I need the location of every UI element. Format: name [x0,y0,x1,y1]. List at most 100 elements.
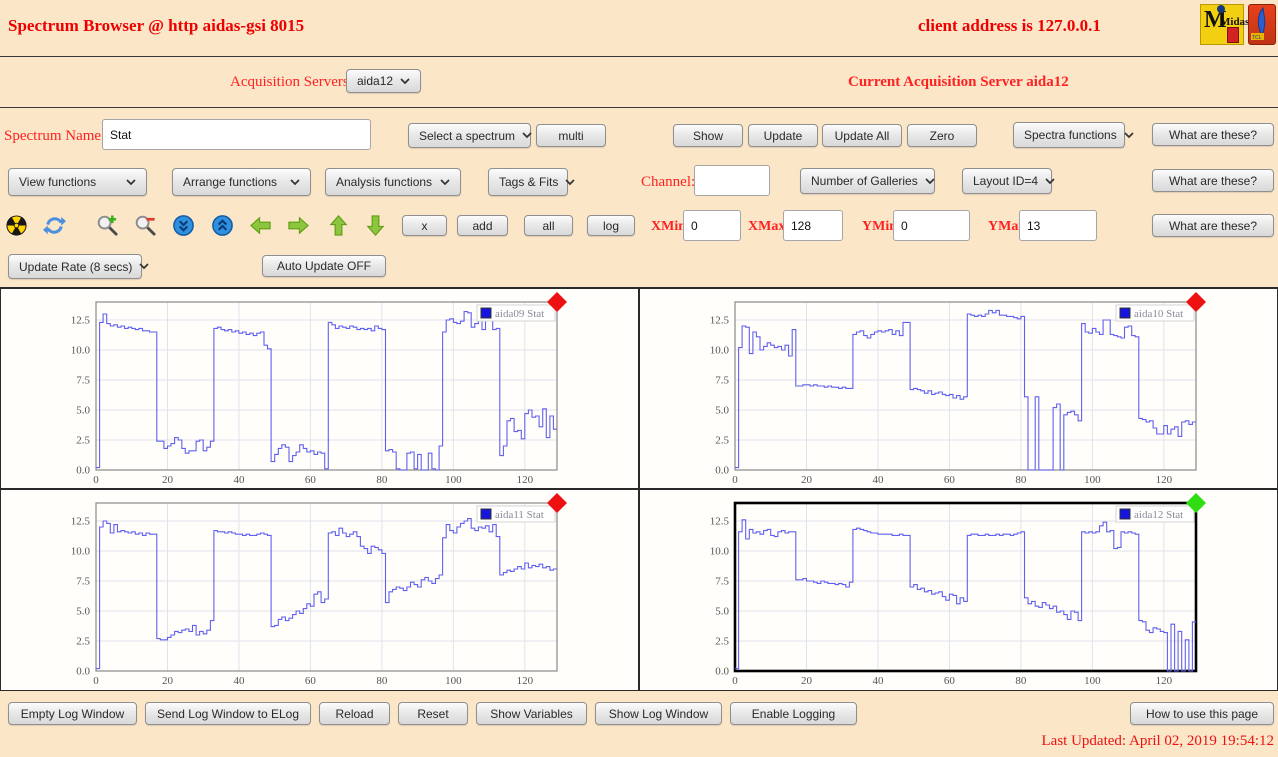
svg-text:10.0: 10.0 [71,546,91,558]
svg-text:40: 40 [872,675,884,687]
svg-text:2.5: 2.5 [715,435,729,447]
layout-id-dropdown[interactable]: Layout ID=4 [962,168,1052,194]
spectrum-gallery: 0 20 40 60 80 100 120 0.0 2.5 5.0 7.5 10.0 12.5 aida0… [0,287,1278,690]
arrow-down-icon[interactable] [364,214,387,237]
zoom-out-icon[interactable] [134,214,157,237]
how-to-use-button[interactable]: How to use this page [1130,702,1274,725]
show-log-window-button[interactable]: Show Log Window [595,702,722,725]
svg-text:40: 40 [233,474,245,486]
svg-text:40: 40 [872,474,884,486]
svg-text:7.5: 7.5 [715,576,729,588]
xmin-input[interactable] [683,210,741,241]
chevron-down-icon [139,263,149,270]
svg-text:100: 100 [445,474,462,486]
all-button[interactable]: all [524,215,573,236]
gallery-panel-aida11[interactable]: 0204060801001200.02.55.07.510.012.5aida1… [0,489,639,691]
svg-text:0: 0 [732,675,738,687]
send-log-to-elog-button[interactable]: Send Log Window to ELog [145,702,311,725]
svg-text:60: 60 [305,474,317,486]
ymin-input[interactable] [893,210,970,241]
what-are-these-button-3[interactable]: What are these? [1152,214,1274,237]
chevron-down-icon [1124,132,1134,139]
svg-text:7.5: 7.5 [76,576,90,588]
xmax-input[interactable] [783,210,843,241]
ymin-label: YMin [862,219,897,235]
update-button[interactable]: Update [748,124,818,147]
enable-logging-button[interactable]: Enable Logging [730,702,857,725]
svg-text:20: 20 [801,675,813,687]
tags-fits-dropdown[interactable]: Tags & Fits [488,168,568,196]
svg-text:aida09 Stat: aida09 Stat [495,308,544,320]
svg-text:TCL: TCL [1252,35,1262,41]
zoom-in-icon[interactable] [96,214,119,237]
tcl-logo-icon: TCL [1248,4,1276,45]
svg-text:80: 80 [376,675,388,687]
select-spectrum-dropdown[interactable]: Select a spectrum [408,123,531,148]
svg-text:2.5: 2.5 [76,435,90,447]
ymax-input[interactable] [1019,210,1097,241]
svg-text:100: 100 [1084,474,1101,486]
gallery-panel-aida12[interactable]: 0204060801001200.02.55.07.510.012.5aida1… [639,489,1278,691]
svg-text:12.5: 12.5 [710,516,730,528]
svg-text:120: 120 [517,474,534,486]
update-rate-dropdown[interactable]: Update Rate (8 secs) [8,254,142,279]
show-variables-button[interactable]: Show Variables [476,702,587,725]
svg-text:60: 60 [944,675,956,687]
reload-button[interactable]: Reload [319,702,390,725]
svg-text:120: 120 [517,675,534,687]
header: Spectrum Browser @ http aidas-gsi 8015 c… [0,0,1278,57]
scroll-up-icon[interactable] [211,214,234,237]
arrange-functions-dropdown[interactable]: Arrange functions [172,168,311,196]
server-row: Acquisition Servers aida12 Current Acqui… [0,57,1278,108]
spectrum-name-input[interactable] [102,119,371,150]
show-button[interactable]: Show [673,124,743,147]
arrow-left-icon[interactable] [249,214,272,237]
functions-row: View functions Arrange functions Analysi… [0,164,1278,210]
acquisition-server-select[interactable]: aida12 [346,69,421,93]
add-button[interactable]: add [457,215,508,236]
svg-text:80: 80 [1015,474,1027,486]
svg-text:10.0: 10.0 [710,345,730,357]
svg-text:0: 0 [732,474,738,486]
svg-text:120: 120 [1156,474,1173,486]
svg-text:20: 20 [162,474,174,486]
number-of-galleries-dropdown[interactable]: Number of Galleries [800,168,935,194]
arrow-up-icon[interactable] [327,214,350,237]
update-all-button[interactable]: Update All [822,124,902,147]
svg-text:0.0: 0.0 [715,666,729,678]
svg-text:5.0: 5.0 [76,405,90,417]
midas-logo-icon: M Midas [1200,4,1244,45]
channel-input[interactable] [694,165,770,196]
svg-text:80: 80 [376,474,388,486]
chevron-down-icon [565,179,575,186]
spectra-functions-dropdown[interactable]: Spectra functions [1013,122,1125,148]
auto-update-button[interactable]: Auto Update OFF [262,255,386,277]
gallery-panel-aida10[interactable]: 0204060801001200.02.55.07.510.012.5aida1… [639,288,1278,489]
arrow-right-icon[interactable] [287,214,310,237]
svg-text:5.0: 5.0 [715,606,729,618]
scroll-down-icon[interactable] [172,214,195,237]
svg-text:0: 0 [93,675,99,687]
what-are-these-button-1[interactable]: What are these? [1152,123,1274,146]
svg-text:12.5: 12.5 [710,315,730,327]
refresh-icon[interactable] [43,214,66,237]
x-button[interactable]: x [402,215,447,236]
chevron-down-icon [522,132,532,139]
current-server-label: Current Acquisition Server aida12 [848,74,1069,91]
log-button[interactable]: log [587,215,635,236]
svg-text:0.0: 0.0 [715,465,729,477]
radiation-icon[interactable] [5,214,28,237]
multi-button[interactable]: multi [536,124,606,147]
empty-log-window-button[interactable]: Empty Log Window [8,702,137,725]
chevron-down-icon [290,179,300,186]
reset-button[interactable]: Reset [398,702,468,725]
chevron-down-icon [400,78,410,85]
what-are-these-button-2[interactable]: What are these? [1152,169,1274,192]
analysis-functions-dropdown[interactable]: Analysis functions [325,168,461,196]
svg-text:10.0: 10.0 [710,546,730,558]
acquisition-servers-label: Acquisition Servers [230,74,349,91]
update-row: Update Rate (8 secs) Auto Update OFF [0,254,1278,287]
gallery-panel-aida09[interactable]: 0204060801001200.02.55.07.510.012.5aida0… [0,288,639,489]
zero-button[interactable]: Zero [907,124,977,147]
view-functions-dropdown[interactable]: View functions [8,168,147,196]
